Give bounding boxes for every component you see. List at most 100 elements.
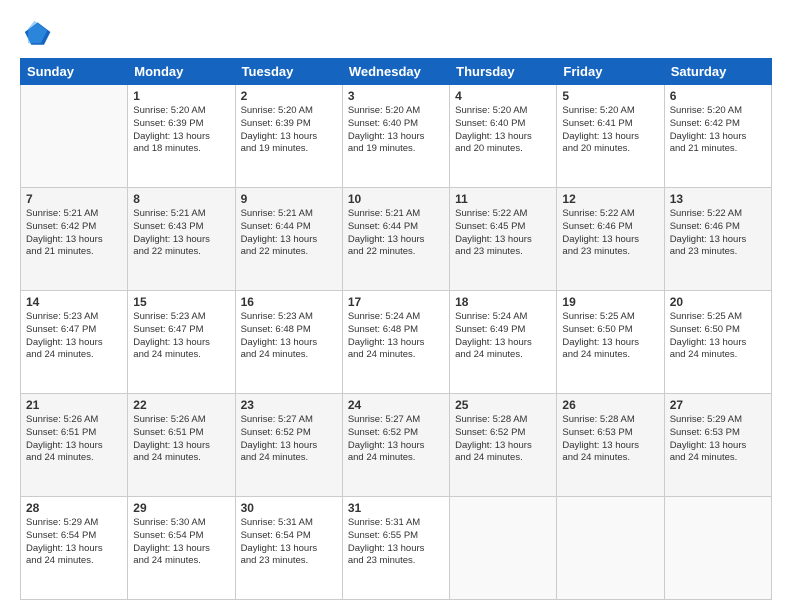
calendar-cell: 15Sunrise: 5:23 AM Sunset: 6:47 PM Dayli… (128, 291, 235, 394)
col-header-wednesday: Wednesday (342, 59, 449, 85)
calendar-cell: 16Sunrise: 5:23 AM Sunset: 6:48 PM Dayli… (235, 291, 342, 394)
day-number: 28 (26, 501, 122, 515)
calendar-week-row: 28 Sunrise: 5:29 AM Sunset: 6:54 PM Dayli… (21, 497, 772, 600)
calendar-cell: 12 Sunrise: 5:22 AM Sunset: 6:46 PM Dayli… (557, 188, 664, 291)
cell-daylight-info: Sunrise: 5:28 AM Sunset: 6:52 PM Dayligh… (455, 414, 551, 465)
calendar-cell: 3 Sunrise: 5:20 AM Sunset: 6:40 PM Daylig… (342, 85, 449, 188)
calendar-cell: 10Sunrise: 5:21 AM Sunset: 6:44 PM Dayli… (342, 188, 449, 291)
cell-daylight-info: Sunrise: 5:24 AM Sunset: 6:49 PM Dayligh… (455, 311, 551, 362)
cell-daylight-info: Sunrise: 5:20 AM Sunset: 6:39 PM Dayligh… (241, 105, 337, 156)
day-number: 2 (241, 89, 337, 103)
calendar-week-row: 14Sunrise: 5:23 AM Sunset: 6:47 PM Dayli… (21, 291, 772, 394)
calendar-cell: 13 Sunrise: 5:22 AM Sunset: 6:46 PM Dayli… (664, 188, 771, 291)
calendar-cell: 26 Sunrise: 5:28 AM Sunset: 6:53 PM Dayli… (557, 394, 664, 497)
day-number: 6 (670, 89, 766, 103)
cell-daylight-info: Sunrise: 5:27 AM Sunset: 6:52 PM Dayligh… (241, 414, 337, 465)
logo (20, 16, 56, 48)
day-number: 3 (348, 89, 444, 103)
cell-daylight-info: Sunrise: 5:20 AM Sunset: 6:41 PM Dayligh… (562, 105, 658, 156)
day-number: 8 (133, 192, 229, 206)
cell-daylight-info: Sunrise: 5:29 AM Sunset: 6:54 PM Dayligh… (26, 517, 122, 568)
calendar-cell: 6 Sunrise: 5:20 AM Sunset: 6:42 PM Daylig… (664, 85, 771, 188)
cell-daylight-info: Sunrise: 5:20 AM Sunset: 6:40 PM Dayligh… (348, 105, 444, 156)
calendar-cell: 22Sunrise: 5:26 AM Sunset: 6:51 PM Dayli… (128, 394, 235, 497)
col-header-thursday: Thursday (450, 59, 557, 85)
day-number: 23 (241, 398, 337, 412)
day-number: 1 (133, 89, 229, 103)
day-number: 31 (348, 501, 444, 515)
cell-daylight-info: Sunrise: 5:28 AM Sunset: 6:53 PM Dayligh… (562, 414, 658, 465)
day-number: 22 (133, 398, 229, 412)
col-header-sunday: Sunday (21, 59, 128, 85)
calendar-cell: 19Sunrise: 5:25 AM Sunset: 6:50 PM Dayli… (557, 291, 664, 394)
calendar-cell: 7 Sunrise: 5:21 AM Sunset: 6:42 PM Daylig… (21, 188, 128, 291)
col-header-friday: Friday (557, 59, 664, 85)
calendar-cell: 11 Sunrise: 5:22 AM Sunset: 6:45 PM Dayli… (450, 188, 557, 291)
calendar-cell: 9 Sunrise: 5:21 AM Sunset: 6:44 PM Daylig… (235, 188, 342, 291)
cell-daylight-info: Sunrise: 5:20 AM Sunset: 6:40 PM Dayligh… (455, 105, 551, 156)
day-number: 9 (241, 192, 337, 206)
day-number: 7 (26, 192, 122, 206)
calendar-cell: 23 Sunrise: 5:27 AM Sunset: 6:52 PM Dayli… (235, 394, 342, 497)
cell-daylight-info: Sunrise: 5:23 AM Sunset: 6:47 PM Dayligh… (26, 311, 122, 362)
calendar-cell: 20 Sunrise: 5:25 AM Sunset: 6:50 PM Dayli… (664, 291, 771, 394)
day-number: 21 (26, 398, 122, 412)
cell-daylight-info: Sunrise: 5:22 AM Sunset: 6:46 PM Dayligh… (562, 208, 658, 259)
cell-daylight-info: Sunrise: 5:30 AM Sunset: 6:54 PM Dayligh… (133, 517, 229, 568)
col-header-saturday: Saturday (664, 59, 771, 85)
calendar-cell (21, 85, 128, 188)
logo-icon (20, 16, 52, 48)
day-number: 24 (348, 398, 444, 412)
day-number: 5 (562, 89, 658, 103)
day-number: 27 (670, 398, 766, 412)
calendar-cell: 5 Sunrise: 5:20 AM Sunset: 6:41 PM Daylig… (557, 85, 664, 188)
cell-daylight-info: Sunrise: 5:21 AM Sunset: 6:43 PM Dayligh… (133, 208, 229, 259)
cell-daylight-info: Sunrise: 5:25 AM Sunset: 6:50 PM Dayligh… (670, 311, 766, 362)
calendar-cell: 24 Sunrise: 5:27 AM Sunset: 6:52 PM Dayli… (342, 394, 449, 497)
day-number: 13 (670, 192, 766, 206)
day-number: 18 (455, 295, 551, 309)
cell-daylight-info: Sunrise: 5:23 AM Sunset: 6:47 PM Dayligh… (133, 311, 229, 362)
calendar-cell: 18 Sunrise: 5:24 AM Sunset: 6:49 PM Dayli… (450, 291, 557, 394)
col-header-tuesday: Tuesday (235, 59, 342, 85)
calendar-cell: 29 Sunrise: 5:30 AM Sunset: 6:54 PM Dayli… (128, 497, 235, 600)
cell-daylight-info: Sunrise: 5:24 AM Sunset: 6:48 PM Dayligh… (348, 311, 444, 362)
cell-daylight-info: Sunrise: 5:20 AM Sunset: 6:39 PM Dayligh… (133, 105, 229, 156)
calendar-cell (664, 497, 771, 600)
calendar-cell: 30Sunrise: 5:31 AM Sunset: 6:54 PM Dayli… (235, 497, 342, 600)
calendar-cell: 4Sunrise: 5:20 AM Sunset: 6:40 PM Daylig… (450, 85, 557, 188)
calendar-table: SundayMondayTuesdayWednesdayThursdayFrid… (20, 58, 772, 600)
cell-daylight-info: Sunrise: 5:21 AM Sunset: 6:44 PM Dayligh… (348, 208, 444, 259)
calendar-cell: 21Sunrise: 5:26 AM Sunset: 6:51 PM Dayli… (21, 394, 128, 497)
day-number: 11 (455, 192, 551, 206)
calendar-page: SundayMondayTuesdayWednesdayThursdayFrid… (0, 0, 792, 612)
cell-daylight-info: Sunrise: 5:22 AM Sunset: 6:45 PM Dayligh… (455, 208, 551, 259)
day-number: 19 (562, 295, 658, 309)
calendar-week-row: 21Sunrise: 5:26 AM Sunset: 6:51 PM Dayli… (21, 394, 772, 497)
calendar-week-row: 7 Sunrise: 5:21 AM Sunset: 6:42 PM Daylig… (21, 188, 772, 291)
day-number: 29 (133, 501, 229, 515)
calendar-cell: 27 Sunrise: 5:29 AM Sunset: 6:53 PM Dayli… (664, 394, 771, 497)
day-number: 25 (455, 398, 551, 412)
cell-daylight-info: Sunrise: 5:22 AM Sunset: 6:46 PM Dayligh… (670, 208, 766, 259)
cell-daylight-info: Sunrise: 5:21 AM Sunset: 6:44 PM Dayligh… (241, 208, 337, 259)
calendar-cell (557, 497, 664, 600)
col-header-monday: Monday (128, 59, 235, 85)
day-number: 30 (241, 501, 337, 515)
calendar-cell: 28 Sunrise: 5:29 AM Sunset: 6:54 PM Dayli… (21, 497, 128, 600)
day-number: 20 (670, 295, 766, 309)
calendar-cell: 2 Sunrise: 5:20 AM Sunset: 6:39 PM Daylig… (235, 85, 342, 188)
cell-daylight-info: Sunrise: 5:21 AM Sunset: 6:42 PM Dayligh… (26, 208, 122, 259)
cell-daylight-info: Sunrise: 5:31 AM Sunset: 6:55 PM Dayligh… (348, 517, 444, 568)
cell-daylight-info: Sunrise: 5:23 AM Sunset: 6:48 PM Dayligh… (241, 311, 337, 362)
cell-daylight-info: Sunrise: 5:29 AM Sunset: 6:53 PM Dayligh… (670, 414, 766, 465)
header (20, 16, 772, 48)
day-number: 12 (562, 192, 658, 206)
cell-daylight-info: Sunrise: 5:27 AM Sunset: 6:52 PM Dayligh… (348, 414, 444, 465)
calendar-week-row: 1 Sunrise: 5:20 AM Sunset: 6:39 PM Daylig… (21, 85, 772, 188)
day-number: 26 (562, 398, 658, 412)
calendar-cell: 17Sunrise: 5:24 AM Sunset: 6:48 PM Dayli… (342, 291, 449, 394)
cell-daylight-info: Sunrise: 5:20 AM Sunset: 6:42 PM Dayligh… (670, 105, 766, 156)
calendar-cell: 14Sunrise: 5:23 AM Sunset: 6:47 PM Dayli… (21, 291, 128, 394)
calendar-header-row: SundayMondayTuesdayWednesdayThursdayFrid… (21, 59, 772, 85)
